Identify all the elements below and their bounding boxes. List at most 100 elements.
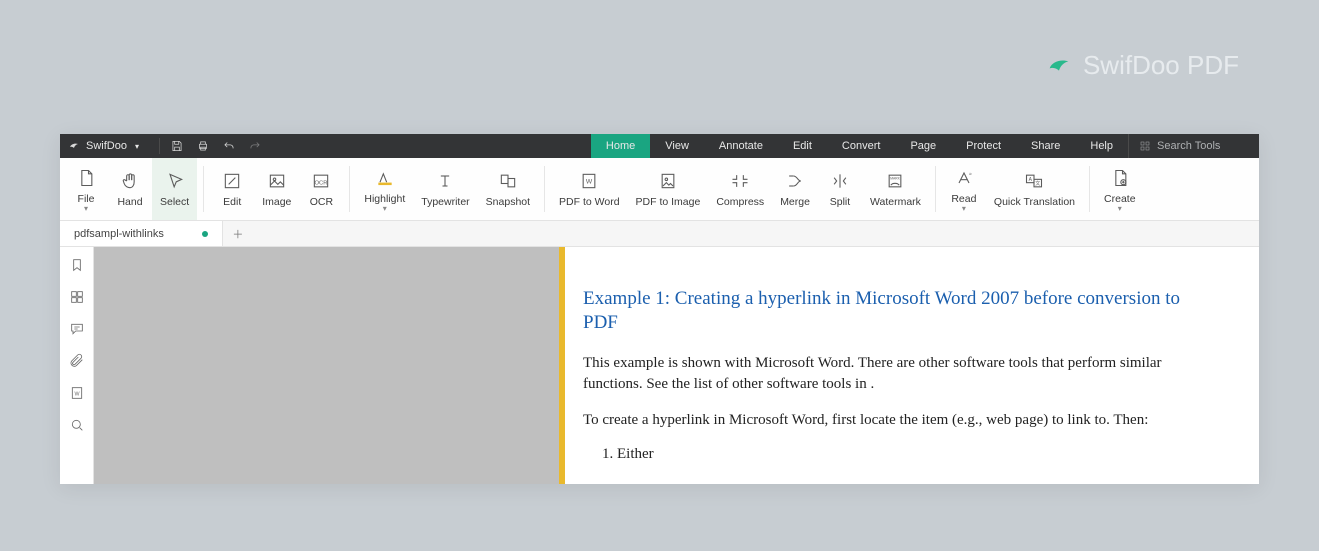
document-paragraph: To create a hyperlink in Microsoft Word,… — [583, 410, 1219, 432]
hand-icon — [120, 170, 140, 192]
svg-text:A: A — [1029, 177, 1033, 183]
divider — [544, 166, 545, 212]
menu-help[interactable]: Help — [1075, 134, 1128, 158]
caret-down-icon: ▾ — [84, 207, 88, 211]
read-button[interactable]: » Read ▾ — [942, 158, 986, 220]
ocr-button[interactable]: OCR OCR — [299, 158, 343, 220]
ribbon-label: Snapshot — [486, 196, 530, 208]
attachments-button[interactable] — [67, 351, 87, 371]
create-button[interactable]: Create ▾ — [1096, 158, 1144, 220]
titlebar: SwifDoo ▾ Home View Annotate Edit Conver… — [60, 134, 1259, 158]
pdf-to-word-button[interactable]: W PDF to Word — [551, 158, 628, 220]
split-button[interactable]: Split — [818, 158, 862, 220]
merge-icon — [785, 170, 805, 192]
menu-convert[interactable]: Convert — [827, 134, 896, 158]
snapshot-icon — [498, 170, 518, 192]
caret-down-icon: ▾ — [383, 207, 387, 211]
split-icon — [830, 170, 850, 192]
ribbon-label: PDF to Word — [559, 196, 620, 208]
titlebar-app[interactable]: SwifDoo ▾ — [60, 134, 147, 158]
merge-button[interactable]: Merge — [772, 158, 818, 220]
svg-text:OCR: OCR — [315, 180, 328, 186]
quick-access-toolbar — [155, 134, 268, 158]
document-tab[interactable]: pdfsampl-withlinks — [60, 221, 223, 246]
snapshot-button[interactable]: Snapshot — [478, 158, 538, 220]
select-button[interactable]: Select — [152, 158, 197, 220]
search-tools-input[interactable] — [1157, 140, 1247, 152]
watermark-icon: MARK — [885, 170, 905, 192]
ribbon-group-edit: Edit Image OCR OCR — [210, 158, 343, 220]
ribbon-label: Merge — [780, 196, 810, 208]
menu-home[interactable]: Home — [591, 134, 650, 158]
word-icon: W — [69, 385, 85, 401]
ribbon-label: Select — [160, 196, 189, 208]
menu-annotate[interactable]: Annotate — [704, 134, 778, 158]
swifdoo-logo-icon — [68, 140, 80, 152]
highlight-button[interactable]: Highlight ▾ — [356, 158, 413, 220]
image-button[interactable]: Image — [254, 158, 299, 220]
document-tabs: pdfsampl-withlinks ＋ — [60, 221, 1259, 247]
fields-button[interactable]: W — [67, 383, 87, 403]
ribbon-group-convert: W PDF to Word PDF to Image Compress Merg… — [551, 158, 929, 220]
ribbon-group-create: Create ▾ — [1096, 158, 1144, 220]
pdf-page: Example 1: Creating a hyperlink in Micro… — [559, 247, 1259, 484]
search-tools[interactable] — [1128, 134, 1259, 158]
file-icon — [76, 167, 96, 189]
document-list: Either — [617, 446, 1219, 463]
divider — [935, 166, 936, 212]
svg-text:文: 文 — [1036, 180, 1041, 187]
print-button[interactable] — [190, 134, 216, 158]
ribbon-group-basic: File ▾ Hand Select — [64, 158, 197, 220]
menu-page[interactable]: Page — [895, 134, 951, 158]
compress-icon — [730, 170, 750, 192]
ribbon-label: PDF to Image — [636, 196, 701, 208]
translation-icon: A文 — [1024, 170, 1044, 192]
ribbon-label: Image — [262, 196, 291, 208]
create-icon — [1110, 167, 1130, 189]
menu-edit[interactable]: Edit — [778, 134, 827, 158]
undo-button[interactable] — [216, 134, 242, 158]
thumbnails-icon — [69, 289, 85, 305]
typewriter-icon — [435, 170, 455, 192]
cursor-icon — [165, 170, 185, 192]
document-heading: Example 1: Creating a hyperlink in Micro… — [583, 287, 1219, 335]
divider — [1089, 166, 1090, 212]
ribbon-group-annotate: Highlight ▾ Typewriter Snapshot — [356, 158, 538, 220]
ribbon-label: Hand — [117, 196, 142, 208]
app-name: SwifDoo — [86, 140, 127, 152]
bookmark-icon — [69, 257, 85, 273]
tab-title: pdfsampl-withlinks — [74, 228, 164, 240]
document-paragraph: This example is shown with Microsoft Wor… — [583, 353, 1219, 397]
thumbnails-button[interactable] — [67, 287, 87, 307]
ribbon-label: Typewriter — [421, 196, 469, 208]
comments-button[interactable] — [67, 319, 87, 339]
file-button[interactable]: File ▾ — [64, 158, 108, 220]
document-list-item: Either — [617, 446, 1219, 463]
caret-down-icon: ▾ — [135, 142, 139, 151]
quick-translation-button[interactable]: A文 Quick Translation — [986, 158, 1083, 220]
menu-share[interactable]: Share — [1016, 134, 1075, 158]
watermark-button[interactable]: MARK Watermark — [862, 158, 929, 220]
search-button[interactable] — [67, 415, 87, 435]
bookmarks-button[interactable] — [67, 255, 87, 275]
menu-protect[interactable]: Protect — [951, 134, 1016, 158]
edit-button[interactable]: Edit — [210, 158, 254, 220]
typewriter-button[interactable]: Typewriter — [413, 158, 477, 220]
compress-button[interactable]: Compress — [708, 158, 772, 220]
canvas-area[interactable]: Example 1: Creating a hyperlink in Micro… — [94, 247, 1259, 484]
pdf-to-image-button[interactable]: PDF to Image — [628, 158, 709, 220]
menu-view[interactable]: View — [650, 134, 704, 158]
modified-indicator-icon — [202, 231, 208, 237]
redo-button[interactable] — [242, 134, 268, 158]
ribbon-label: Quick Translation — [994, 196, 1075, 208]
highlight-icon — [375, 167, 395, 189]
divider — [203, 166, 204, 212]
comment-icon — [69, 321, 85, 337]
add-tab-button[interactable]: ＋ — [223, 221, 253, 246]
read-icon: » — [954, 167, 974, 189]
image-icon — [267, 170, 287, 192]
save-button[interactable] — [164, 134, 190, 158]
pdf-to-image-icon — [658, 170, 678, 192]
hand-button[interactable]: Hand — [108, 158, 152, 220]
divider — [349, 166, 350, 212]
